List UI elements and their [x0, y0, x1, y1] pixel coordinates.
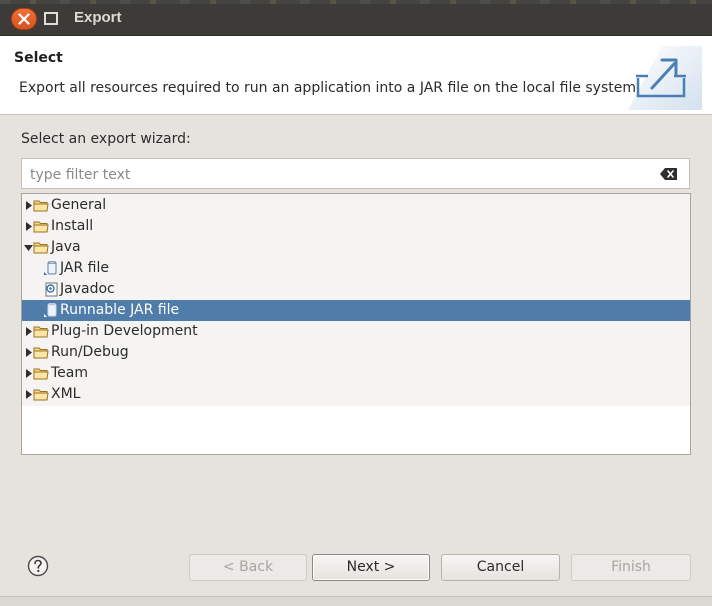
- collapse-arrow-icon[interactable]: [24, 244, 33, 252]
- tree-item-javadoc[interactable]: Javadoc: [22, 279, 690, 300]
- wizard-tree[interactable]: General Install Java JAR file Javadoc Ru…: [21, 193, 691, 455]
- banner-description: Export all resources required to run an …: [19, 80, 641, 96]
- tree-item-xml[interactable]: XML: [22, 384, 690, 405]
- banner-title: Select: [14, 50, 63, 66]
- tree-item-label: JAR file: [60, 260, 109, 276]
- tree-item-plug-in-development[interactable]: Plug-in Development: [22, 321, 690, 342]
- tree-item-jar-file[interactable]: JAR file: [22, 258, 690, 279]
- maximize-button[interactable]: [41, 9, 61, 29]
- jar-icon: [44, 261, 57, 275]
- close-icon: [18, 13, 30, 25]
- expand-arrow-icon[interactable]: [25, 327, 33, 336]
- tree-rows: General Install Java JAR file Javadoc Ru…: [22, 194, 690, 406]
- tree-item-label: XML: [51, 386, 81, 402]
- close-button[interactable]: [11, 8, 37, 30]
- expand-arrow-icon[interactable]: [25, 348, 33, 357]
- tree-item-run-debug[interactable]: Run/Debug: [22, 342, 690, 363]
- export-wizard-icon: [628, 46, 702, 110]
- clear-filter-icon[interactable]: [660, 167, 678, 181]
- folder-icon: [33, 347, 49, 359]
- tree-item-install[interactable]: Install: [22, 216, 690, 237]
- tree-item-label: Plug-in Development: [51, 323, 198, 339]
- folder-icon: [33, 326, 49, 338]
- wizard-banner: Select Export all resources required to …: [0, 36, 712, 115]
- tree-item-label: Install: [51, 218, 94, 234]
- cancel-button[interactable]: Cancel: [441, 554, 560, 581]
- tree-item-label: General: [51, 197, 107, 213]
- back-button[interactable]: < Back: [189, 554, 307, 581]
- expand-arrow-icon[interactable]: [25, 369, 33, 378]
- javadoc-icon: [45, 282, 58, 297]
- tree-item-label: Run/Debug: [51, 344, 129, 360]
- expand-arrow-icon[interactable]: [25, 201, 33, 210]
- filter-input[interactable]: [28, 163, 652, 187]
- next-button[interactable]: Next >: [312, 554, 430, 581]
- help-icon[interactable]: [27, 555, 49, 577]
- folder-icon: [33, 200, 49, 212]
- tree-item-label: Runnable JAR file: [60, 302, 180, 318]
- tree-item-label: Team: [51, 365, 89, 381]
- folder-icon: [33, 368, 49, 380]
- folder-icon: [33, 389, 49, 401]
- expand-arrow-icon[interactable]: [25, 390, 33, 399]
- title-bar: Export: [0, 0, 712, 36]
- tree-item-runnable-jar-file[interactable]: Runnable JAR file: [22, 300, 690, 321]
- tree-item-label: Java: [51, 239, 81, 255]
- tree-item-general[interactable]: General: [22, 195, 690, 216]
- expand-arrow-icon[interactable]: [25, 222, 33, 231]
- runnable-jar-icon: [44, 303, 57, 317]
- maximize-icon: [44, 12, 58, 25]
- tree-item-java[interactable]: Java: [22, 237, 690, 258]
- window-bottom-edge: [0, 596, 712, 606]
- tree-item-label: Javadoc: [60, 281, 115, 297]
- folder-icon: [33, 221, 49, 233]
- export-wizard-label: Select an export wizard:: [21, 131, 191, 147]
- finish-button[interactable]: Finish: [571, 554, 691, 581]
- filter-field: [21, 158, 690, 189]
- folder-icon: [33, 242, 49, 254]
- window-title: Export: [74, 9, 122, 26]
- tree-item-team[interactable]: Team: [22, 363, 690, 384]
